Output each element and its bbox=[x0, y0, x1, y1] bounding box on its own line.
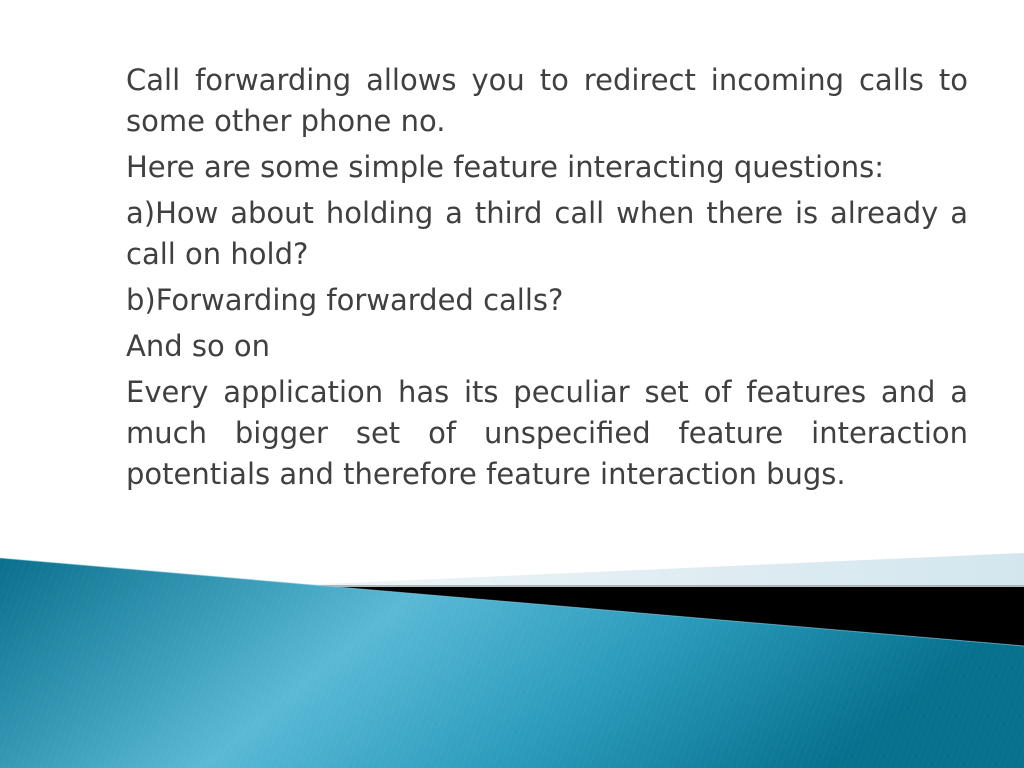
paragraph-question-b: b)Forwarding forwarded calls? bbox=[126, 283, 564, 317]
paragraph-question-a: a)How about holding a third call when th… bbox=[126, 196, 968, 271]
paragraph-every-application: Every application has its peculiar set o… bbox=[126, 375, 968, 491]
paragraph-questions-intro: Here are some simple feature interacting… bbox=[126, 150, 885, 184]
paragraph-and-so-on: And so on bbox=[126, 329, 271, 363]
slide-body: Call forwarding allows you to redirect i… bbox=[126, 60, 968, 500]
paragraph-call-forwarding: Call forwarding allows you to redirect i… bbox=[126, 63, 968, 138]
light-band-shape bbox=[300, 553, 1024, 586]
slide: Call forwarding allows you to redirect i… bbox=[0, 0, 1024, 768]
